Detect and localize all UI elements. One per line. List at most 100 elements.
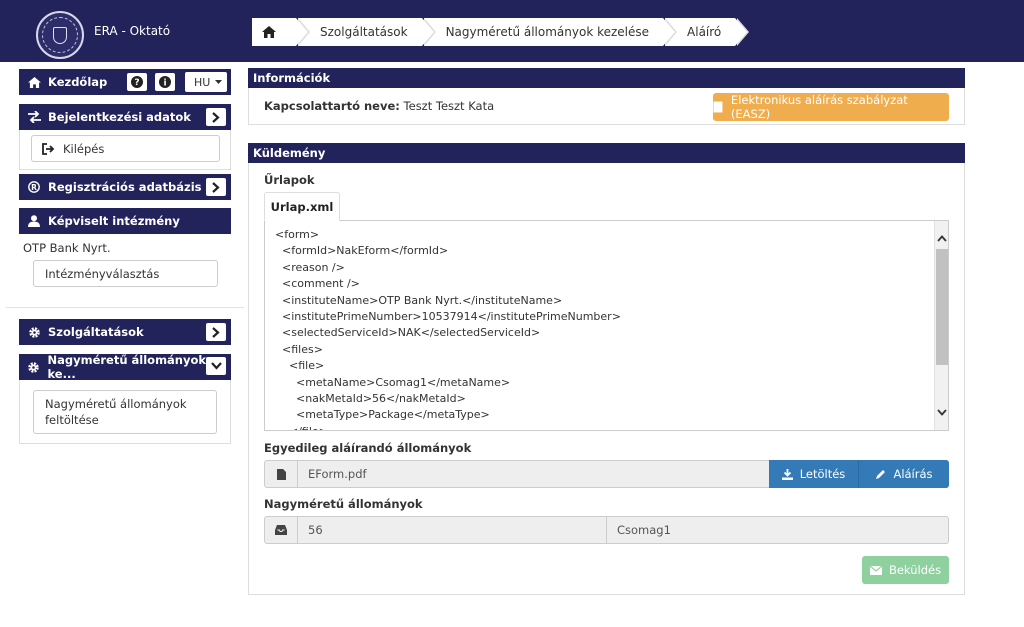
svg-text:R: R [31, 183, 37, 192]
scroll-down-icon[interactable] [935, 405, 948, 419]
shipment-panel-title: Küldemény [248, 143, 965, 163]
caret-down-icon [215, 80, 223, 84]
sidebar-item-institution: Képviselt intézmény [19, 208, 231, 234]
question-icon: ? [131, 76, 143, 88]
xml-content: <form> <formId>NakEform</formId> <reason… [275, 227, 621, 430]
large-files-upload-button[interactable]: Nagyméretű állományok feltöltése [33, 390, 217, 434]
single-sign-label: Egyedileg aláírandó állományok [264, 441, 472, 455]
institution-name: OTP Bank Nyrt. [23, 241, 111, 255]
scroll-thumb[interactable] [936, 249, 948, 365]
breadcrumb-large-files[interactable]: Nagyméretű állományok kezelése [423, 18, 678, 46]
sidebar-item-registry[interactable]: R Regisztrációs adatbázis [19, 174, 231, 200]
coat-of-arms-logo-icon [36, 11, 84, 59]
sidebar-login-data-label: Bejelentkezési adatok [48, 110, 191, 124]
home-icon [262, 26, 276, 38]
contact-label: Kapcsolattartó neve: [264, 99, 400, 113]
download-button[interactable]: Letöltés [769, 460, 859, 488]
top-header: ERA - Oktató Szolgáltatások Nagyméretű á… [0, 0, 1024, 62]
send-button[interactable]: Beküldés [862, 556, 949, 584]
scroll-up-icon[interactable] [935, 231, 948, 245]
easz-button-label: Elektronikus aláírás szabályzat (EASZ) [730, 93, 908, 121]
logout-label: Kilépés [63, 141, 105, 156]
document-icon [713, 101, 723, 113]
sign-button-label: Aláírás [893, 467, 933, 481]
xml-line: <metaType>Package</metaType> [275, 408, 490, 422]
expand-services-button[interactable] [206, 323, 226, 341]
collapse-large-files-button[interactable] [206, 357, 226, 375]
expand-registry-button[interactable] [206, 178, 226, 196]
breadcrumb-services[interactable]: Szolgáltatások [298, 18, 436, 46]
xml-line: </file> [275, 424, 621, 430]
cell-divider [606, 517, 607, 543]
language-select[interactable]: HU [185, 72, 227, 92]
registered-icon: R [27, 180, 41, 194]
info-button[interactable]: i [155, 73, 175, 91]
institution-select-button[interactable]: Intézményválasztás [33, 260, 218, 287]
xml-line: <institutePrimeNumber>10537914</institut… [275, 310, 621, 324]
file-icon [265, 461, 298, 487]
sidebar-divider [6, 307, 244, 308]
institution-select-label: Intézményválasztás [45, 266, 160, 281]
info-panel-title: Információk [248, 68, 965, 88]
xml-line: <files> [275, 342, 323, 356]
sign-out-icon [42, 142, 55, 155]
tab-urlap-xml[interactable]: Urlap.xml [264, 192, 340, 221]
sidebar-item-services[interactable]: Szolgáltatások [19, 319, 231, 345]
sidebar-registry-label: Regisztrációs adatbázis [48, 180, 202, 194]
xml-viewer[interactable]: <form> <formId>NakEform</formId> <reason… [264, 220, 949, 431]
download-button-label: Letöltés [799, 467, 846, 481]
app-title: ERA - Oktató [94, 24, 171, 38]
chevron-down-icon [210, 362, 222, 370]
logout-button[interactable]: Kilépés [31, 135, 220, 162]
breadcrumb: Szolgáltatások Nagyméretű állományok kez… [252, 18, 750, 46]
large-files-upload-line2: feltöltése [45, 413, 99, 427]
gear-icon [27, 325, 41, 339]
forms-label: Űrlapok [264, 173, 315, 187]
pencil-icon [876, 469, 886, 479]
language-value: HU [194, 75, 211, 89]
xml-line: <form> [275, 228, 320, 241]
svg-text:i: i [163, 79, 166, 89]
sidebar-item-login-data[interactable]: Bejelentkezési adatok [19, 104, 231, 130]
easz-button[interactable]: Elektronikus aláírás szabályzat (EASZ) [713, 93, 949, 121]
svg-text:?: ? [134, 78, 139, 88]
home-icon [27, 75, 41, 89]
xml-line: <selectedServiceId>NAK</selectedServiceI… [275, 326, 541, 340]
chevron-right-icon [212, 111, 220, 123]
xml-line: <formId>NakEform</formId> [275, 244, 449, 258]
xml-line: <instituteName>OTP Bank Nyrt.</institute… [275, 293, 563, 307]
sidebar-institution-label: Képviselt intézmény [48, 214, 180, 228]
large-file-id: 56 [308, 523, 323, 537]
gear-icon [27, 360, 40, 374]
contact-value: Teszt Teszt Kata [403, 99, 495, 113]
chevron-right-icon [212, 181, 220, 193]
download-icon [781, 468, 793, 480]
xml-line: <nakMetaId>56</nakMetaId> [275, 392, 466, 406]
envelope-icon [869, 565, 882, 575]
send-button-label: Beküldés [888, 563, 942, 577]
sidebar-large-files-label: Nagyméretű állományok ke... [47, 353, 207, 381]
xml-line: <comment /> [275, 277, 360, 291]
sidebar-item-large-files[interactable]: Nagyméretű állományok ke... [19, 353, 231, 381]
xml-line: <file> [275, 359, 325, 373]
xml-line: <metaName>Csomag1</metaName> [275, 375, 511, 389]
inbox-icon [265, 517, 298, 543]
help-button[interactable]: ? [127, 73, 147, 91]
sidebar-home-label: Kezdőlap [48, 75, 108, 89]
exchange-icon [27, 110, 41, 124]
large-file-name: Csomag1 [617, 523, 671, 537]
xml-scrollbar[interactable] [934, 221, 948, 430]
xml-line: <reason /> [275, 260, 345, 274]
chevron-right-icon [212, 326, 220, 338]
large-files-label: Nagyméretű állományok [264, 497, 423, 511]
sidebar-services-label: Szolgáltatások [48, 325, 144, 339]
expand-login-data-button[interactable] [206, 108, 226, 126]
large-file-row: 56 Csomag1 [264, 516, 949, 544]
info-icon: i [159, 76, 171, 88]
single-file-name: EForm.pdf [308, 467, 367, 481]
contact-row: Kapcsolattartó neve: Teszt Teszt Kata [264, 99, 494, 113]
large-files-upload-line1: Nagyméretű állományok [45, 397, 187, 411]
breadcrumb-home[interactable] [252, 18, 310, 46]
user-icon [27, 214, 41, 228]
sign-button[interactable]: Aláírás [859, 460, 949, 488]
